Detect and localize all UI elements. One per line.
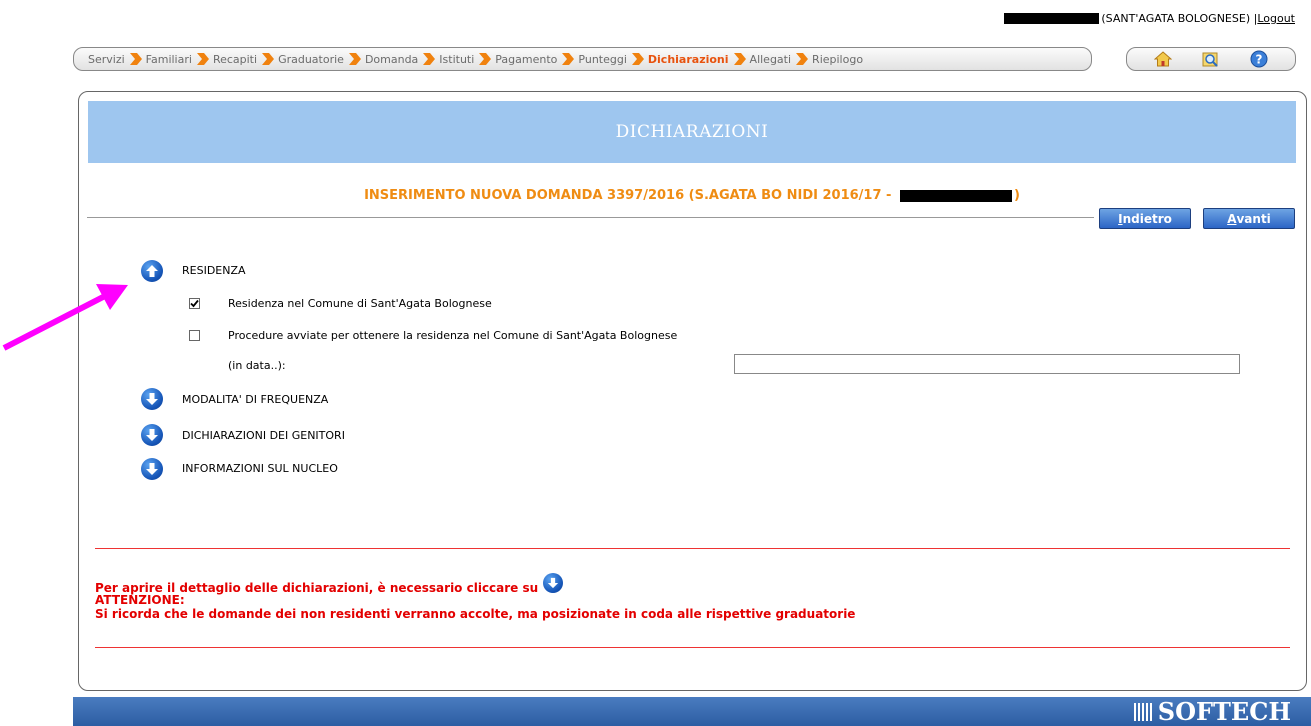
note-reminder: Si ricorda che le domande dei non reside… xyxy=(95,607,856,621)
chevron-right-icon xyxy=(348,53,361,65)
logout-link[interactable]: Logout xyxy=(1257,12,1295,25)
residenza-comune-label: Residenza nel Comune di Sant'Agata Bolog… xyxy=(228,297,492,310)
note-attention: ATTENZIONE: xyxy=(95,593,185,607)
next-button-label: vanti xyxy=(1236,211,1271,226)
red-divider-bottom xyxy=(95,647,1290,648)
step-familiari[interactable]: Familiari xyxy=(146,53,192,66)
step-domanda[interactable]: Domanda xyxy=(365,53,418,66)
back-button-label: ndietro xyxy=(1122,211,1172,226)
collapse-residenza-button[interactable] xyxy=(141,260,163,282)
step-punteggi[interactable]: Punteggi xyxy=(578,53,627,66)
step-dichiarazioni[interactable]: Dichiarazioni xyxy=(648,53,729,66)
section-genitori-label[interactable]: DICHIARAZIONI DEI GENITORI xyxy=(182,429,345,442)
section-residenza-label[interactable]: RESIDENZA xyxy=(182,264,246,277)
step-allegati[interactable]: Allegati xyxy=(750,53,792,66)
subtitle-suffix: ) xyxy=(1013,188,1020,203)
chevron-right-icon xyxy=(733,53,746,65)
chevron-right-icon xyxy=(196,53,209,65)
residenza-comune-checkbox[interactable] xyxy=(189,298,200,309)
expand-nucleo-button[interactable] xyxy=(141,458,163,480)
footer-bar xyxy=(73,697,1311,726)
procedure-residenza-label: Procedure avviate per ottenere la reside… xyxy=(228,329,678,342)
main-panel xyxy=(78,91,1307,691)
wizard-steps-bar: Servizi Familiari Recapiti Graduatorie D… xyxy=(73,47,1092,71)
brand-name: SOFTECH xyxy=(1157,697,1291,726)
redacted-child-name xyxy=(899,189,1012,202)
application-subtitle: INSERIMENTO NUOVA DOMANDA 3397/2016 (S.A… xyxy=(88,188,1296,203)
back-button[interactable]: Indietro xyxy=(1099,208,1191,229)
step-recapiti[interactable]: Recapiti xyxy=(213,53,257,66)
next-button[interactable]: Avanti xyxy=(1203,208,1295,229)
expand-genitori-button[interactable] xyxy=(141,424,163,446)
home-icon[interactable] xyxy=(1153,49,1173,69)
chevron-right-icon xyxy=(129,53,142,65)
note-open-detail: Per aprire il dettaglio delle dichiarazi… xyxy=(95,573,564,595)
toolbar-icons: ? xyxy=(1126,47,1296,71)
step-pagamento[interactable]: Pagamento xyxy=(495,53,557,66)
date-label: (in data..): xyxy=(228,359,286,372)
step-servizi[interactable]: Servizi xyxy=(88,53,125,66)
logo-bars-icon xyxy=(1133,702,1152,721)
chevron-right-icon xyxy=(262,53,275,65)
redacted-username xyxy=(1004,13,1100,24)
step-riepilogo[interactable]: Riepilogo xyxy=(812,53,863,66)
section-modalita-label[interactable]: MODALITA' DI FREQUENZA xyxy=(182,393,328,406)
user-info: (SANT'AGATA BOLOGNESE) | Logout xyxy=(1004,12,1295,25)
chevron-right-icon xyxy=(631,53,644,65)
svg-text:?: ? xyxy=(1256,53,1263,67)
next-button-accesskey: A xyxy=(1227,211,1237,226)
annotation-arrow xyxy=(2,284,128,351)
page-title: DICHIARAZIONI xyxy=(88,101,1296,163)
divider xyxy=(87,217,1094,218)
user-comune: (SANT'AGATA BOLOGNESE) | xyxy=(1101,12,1258,25)
chevron-right-icon xyxy=(423,53,436,65)
arrow-down-icon xyxy=(146,463,158,475)
step-graduatorie[interactable]: Graduatorie xyxy=(278,53,344,66)
red-divider-top xyxy=(95,548,1290,549)
help-icon[interactable]: ? xyxy=(1249,49,1269,69)
search-folder-icon[interactable] xyxy=(1201,49,1221,69)
step-istituti[interactable]: Istituti xyxy=(439,53,474,66)
softech-logo: SOFTECH xyxy=(1133,697,1291,726)
expand-modalita-button[interactable] xyxy=(141,388,163,410)
section-nucleo-label[interactable]: INFORMAZIONI SUL NUCLEO xyxy=(182,462,338,475)
arrow-down-icon xyxy=(146,393,158,405)
chevron-right-icon xyxy=(796,53,809,65)
residenza-date-input[interactable] xyxy=(734,354,1240,374)
arrow-down-icon xyxy=(543,573,564,593)
arrow-up-icon xyxy=(146,265,158,277)
chevron-right-icon xyxy=(479,53,492,65)
procedure-residenza-checkbox[interactable] xyxy=(189,330,200,341)
checkmark-icon xyxy=(190,299,199,308)
subtitle-prefix: INSERIMENTO NUOVA DOMANDA 3397/2016 (S.A… xyxy=(364,188,896,203)
chevron-right-icon xyxy=(562,53,575,65)
arrow-down-icon xyxy=(146,429,158,441)
